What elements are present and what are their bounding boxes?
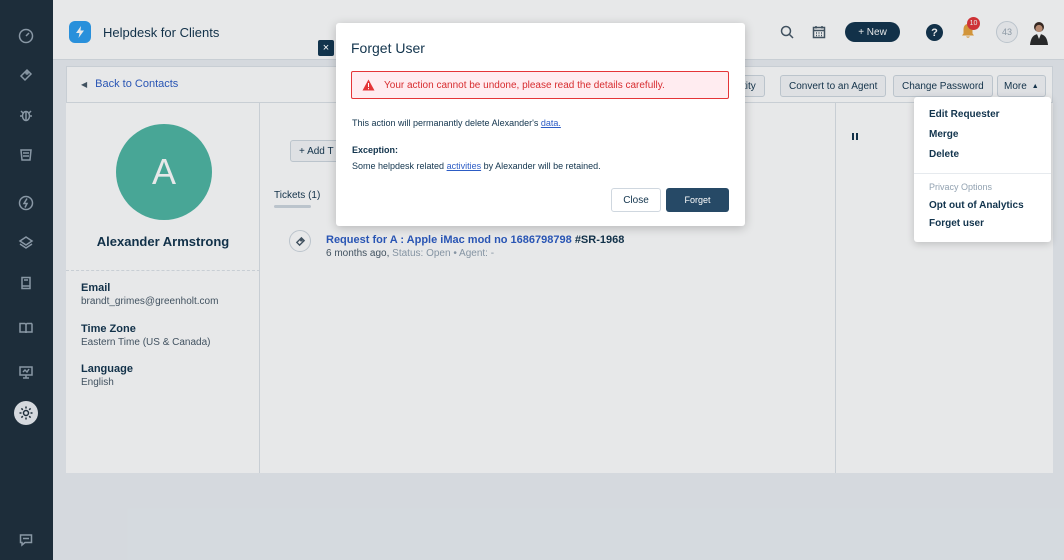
warning-alert: Your action cannot be undone, please rea… xyxy=(351,71,729,99)
forget-button[interactable]: Forget xyxy=(666,188,729,212)
menu-divider xyxy=(914,173,1051,174)
activities-link[interactable]: activities xyxy=(447,161,482,171)
menu-item-opt-out-analytics[interactable]: Opt out of Analytics xyxy=(929,200,1024,211)
warning-text: Your action cannot be undone, please rea… xyxy=(384,79,665,91)
menu-item-edit-requester[interactable]: Edit Requester xyxy=(929,109,1000,120)
close-button[interactable]: Close xyxy=(611,188,661,212)
exception-text-suffix: by Alexander will be retained. xyxy=(483,161,601,171)
menu-item-merge[interactable]: Merge xyxy=(929,129,958,140)
forget-user-dialog: Forget User Your action cannot be undone… xyxy=(336,23,745,226)
exception-text-prefix: Some helpdesk related xyxy=(352,161,445,171)
more-dropdown-menu: Edit Requester Merge Delete Privacy Opti… xyxy=(914,97,1051,242)
exception-heading: Exception: xyxy=(352,145,399,155)
warning-icon xyxy=(362,79,375,91)
menu-item-forget-user[interactable]: Forget user xyxy=(929,218,984,229)
data-link[interactable]: data. xyxy=(541,118,561,128)
privacy-options-heading: Privacy Options xyxy=(929,182,993,192)
delete-description-text: This action will permanantly delete Alex… xyxy=(352,118,539,128)
menu-item-delete[interactable]: Delete xyxy=(929,149,959,160)
dialog-title: Forget User xyxy=(351,40,425,56)
close-icon[interactable]: × xyxy=(318,40,334,56)
delete-description: This action will permanantly delete Alex… xyxy=(352,118,561,128)
exception-description: Some helpdesk related activities by Alex… xyxy=(352,161,601,171)
